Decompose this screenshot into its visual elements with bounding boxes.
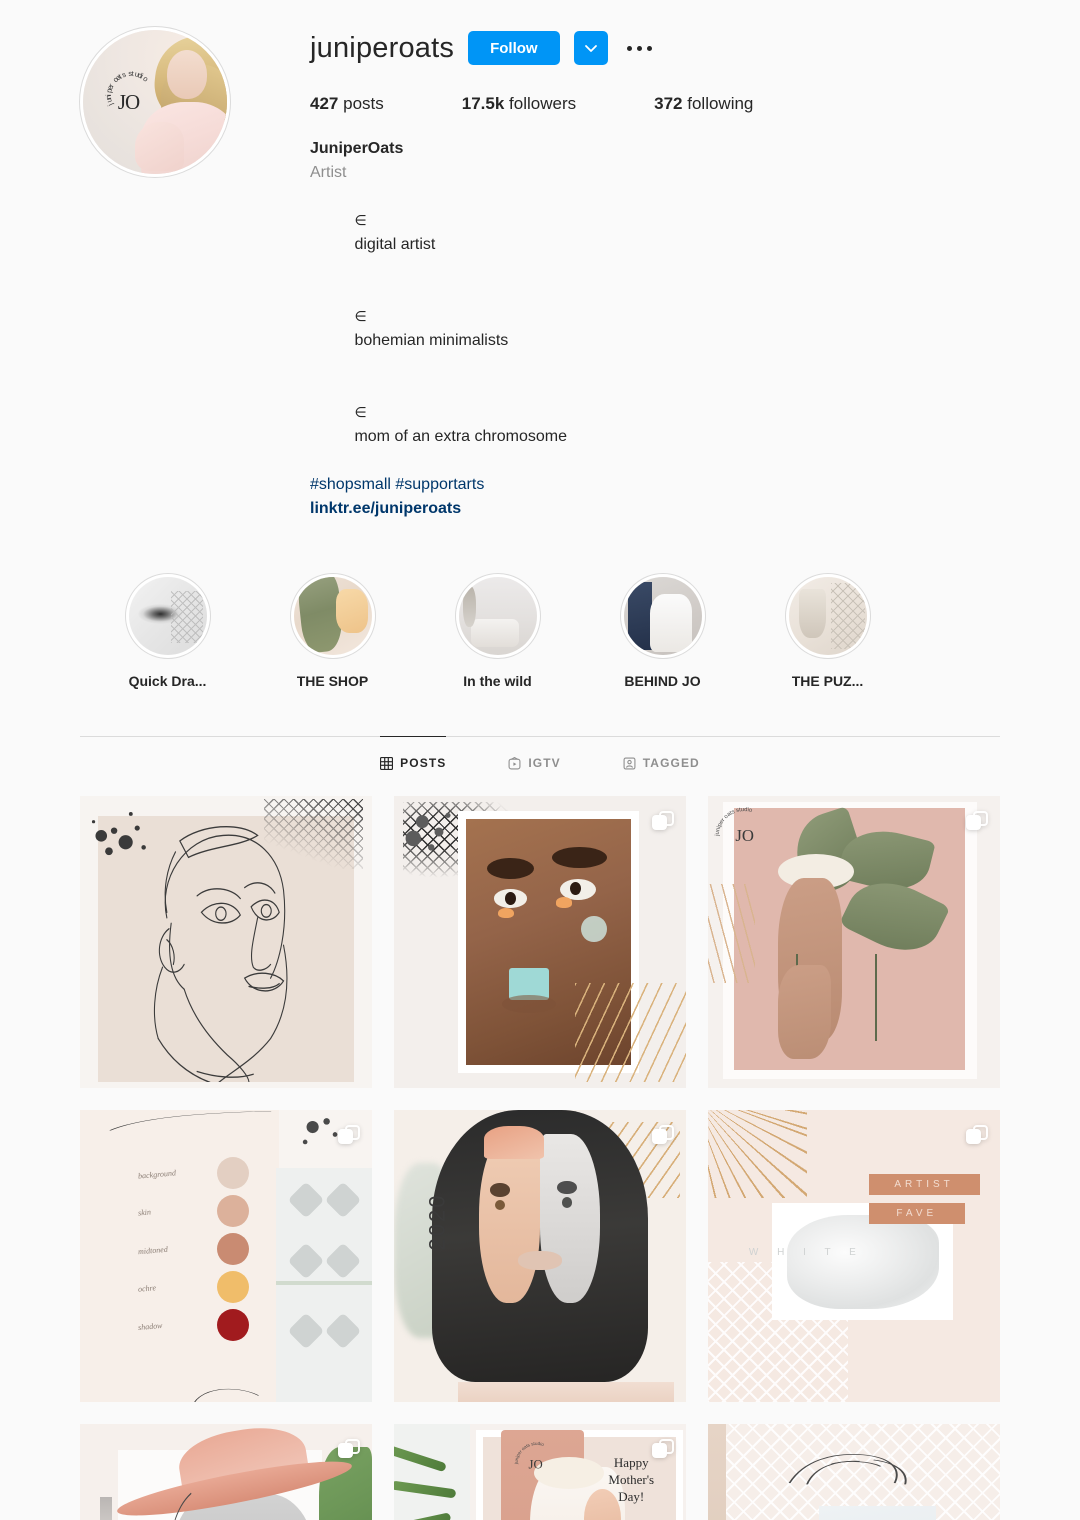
highlight-label: THE SHOP bbox=[296, 673, 369, 689]
highlight-quick-draw[interactable]: Quick Dra... bbox=[112, 573, 223, 689]
bio-line-3-text: mom of an extra chromosome bbox=[354, 428, 567, 445]
igtv-icon bbox=[508, 756, 521, 770]
profile-category: Artist bbox=[310, 164, 347, 181]
stat-followers[interactable]: 17.5k followers bbox=[462, 94, 576, 114]
highlight-label: BEHIND JO bbox=[624, 673, 701, 689]
tab-tagged[interactable]: TAGGED bbox=[623, 736, 700, 789]
post-8-watermark: juniper oats studio JO bbox=[514, 1441, 546, 1472]
page-title: juniperoats bbox=[310, 31, 455, 64]
post-9[interactable] bbox=[708, 1424, 1000, 1520]
highlight-in-the-wild[interactable]: In the wild bbox=[442, 573, 553, 689]
post-6-badge-fave: FAVE bbox=[868, 1203, 965, 1225]
post-2-ink-splatter bbox=[405, 812, 451, 851]
highlight-behind-jo[interactable]: BEHIND JO bbox=[607, 573, 718, 689]
highlight-label: Quick Dra... bbox=[128, 673, 207, 689]
highlight-label: THE PUZ... bbox=[791, 673, 864, 689]
highlight-label: In the wild bbox=[463, 673, 532, 689]
profile-info-column: juniperoats Follow 427 posts 17.5k follo… bbox=[310, 20, 1080, 521]
bio-line-2-text: bohemian minimalists bbox=[354, 332, 509, 349]
tagged-person-icon bbox=[623, 757, 636, 770]
post-4-sketch-bottom bbox=[194, 1388, 260, 1402]
swatch-label-shadow: shadow bbox=[138, 1320, 164, 1332]
profile-bio: JuniperOats Artist ∈ digital artist ∈ bo… bbox=[310, 137, 1080, 521]
post-1[interactable] bbox=[80, 796, 372, 1088]
bio-external-link[interactable]: linktr.ee/juniperoats bbox=[310, 497, 1080, 521]
post-5[interactable]: 2020 bbox=[394, 1110, 686, 1402]
svg-text:JO: JO bbox=[529, 1458, 543, 1472]
post-4[interactable]: background skin midtoned ochre shadow bbox=[80, 1110, 372, 1402]
bio-bullet-icon: ∈ bbox=[354, 309, 367, 325]
tab-igtv[interactable]: IGTV bbox=[508, 736, 560, 789]
bio-line-2: ∈ bohemian minimalists bbox=[310, 281, 1080, 377]
chevron-down-icon bbox=[583, 40, 599, 56]
highlight-the-shop[interactable]: THE SHOP bbox=[277, 573, 388, 689]
stat-following-value: 372 bbox=[654, 94, 683, 113]
svg-text:JO: JO bbox=[735, 826, 754, 845]
bio-line-1: ∈ digital artist bbox=[310, 185, 1080, 281]
profile-header: juniper oats studio JO juniperoats Follo… bbox=[0, 0, 1080, 521]
post-5-year-label: 2020 bbox=[424, 1193, 450, 1251]
highlight-the-puzzle[interactable]: THE PUZ... bbox=[772, 573, 883, 689]
bio-line-1-text: digital artist bbox=[354, 236, 436, 253]
avatar-monogram: JO bbox=[117, 89, 140, 114]
tab-tagged-label: TAGGED bbox=[642, 756, 700, 770]
profile-tabs: POSTS IGTV TAGGED bbox=[80, 736, 1000, 789]
post-7[interactable] bbox=[80, 1424, 372, 1520]
tab-igtv-label: IGTV bbox=[528, 756, 561, 770]
post-3-watermark: juniper oats studio JO bbox=[715, 807, 754, 845]
tab-posts-label: POSTS bbox=[400, 756, 447, 770]
bio-hashtags[interactable]: #shopsmall #supportarts bbox=[310, 473, 1080, 497]
stat-posts-label: posts bbox=[343, 94, 384, 113]
grid-icon bbox=[380, 756, 394, 770]
post-3[interactable]: juniper oats studio JO bbox=[708, 796, 1000, 1088]
post-8[interactable]: Happy Mother's Day! juniper oats studio JO bbox=[394, 1424, 686, 1520]
avatar-column: juniper oats studio JO bbox=[0, 20, 310, 521]
stat-following[interactable]: 372 following bbox=[654, 94, 753, 114]
stat-posts-value: 427 bbox=[310, 94, 339, 113]
carousel-icon bbox=[652, 1436, 674, 1458]
carousel-icon bbox=[652, 1122, 674, 1144]
bio-line-3: ∈ mom of an extra chromosome bbox=[310, 377, 1080, 473]
profile-full-name: JuniperOats bbox=[310, 140, 404, 157]
post-8-greeting: Happy Mother's Day! bbox=[608, 1455, 655, 1504]
profile-stats: 427 posts 17.5k followers 372 following bbox=[310, 94, 1080, 114]
carousel-icon bbox=[338, 1122, 360, 1144]
stat-followers-label: followers bbox=[509, 94, 577, 113]
post-6[interactable]: W H I T E ARTIST FAVE bbox=[708, 1110, 1000, 1402]
stat-following-label: following bbox=[687, 94, 754, 113]
post-grid: juniper oats studio JO background skin m… bbox=[80, 789, 1000, 1520]
post-7-face-profile bbox=[174, 1493, 192, 1520]
carousel-icon bbox=[966, 808, 988, 830]
swatch-label-ochre: ochre bbox=[138, 1282, 157, 1294]
follow-button[interactable]: Follow bbox=[468, 31, 560, 65]
post-6-badge-artist: ARTIST bbox=[868, 1174, 980, 1196]
username-row: juniperoats Follow bbox=[310, 26, 1080, 70]
post-6-overlay-text: W H I T E bbox=[748, 1247, 864, 1259]
bio-bullet-icon: ∈ bbox=[354, 213, 367, 229]
carousel-icon bbox=[338, 1436, 360, 1458]
carousel-icon bbox=[966, 1122, 988, 1144]
post-2[interactable] bbox=[394, 796, 686, 1088]
story-highlights: Quick Dra... THE SHOP In the wild BEHIND… bbox=[0, 521, 1080, 689]
avatar-studio-logo: juniper oats studio JO bbox=[103, 68, 150, 114]
stat-followers-value: 17.5k bbox=[461, 94, 505, 113]
post-9-sketch bbox=[788, 1454, 907, 1485]
post-1-ink-splatter bbox=[91, 812, 146, 856]
follow-dropdown-button[interactable] bbox=[573, 31, 608, 65]
tab-posts[interactable]: POSTS bbox=[380, 736, 447, 789]
post-4-hairline bbox=[109, 1111, 272, 1131]
swatch-label-skin: skin bbox=[138, 1207, 152, 1218]
bio-bullet-icon: ∈ bbox=[354, 405, 367, 421]
carousel-icon bbox=[652, 808, 674, 830]
instagram-profile-page: juniper oats studio JO juniperoats Follo… bbox=[0, 0, 1080, 1520]
stat-posts[interactable]: 427 posts bbox=[310, 94, 384, 114]
avatar[interactable]: juniper oats studio JO bbox=[79, 26, 231, 178]
more-options-icon[interactable] bbox=[622, 31, 658, 65]
